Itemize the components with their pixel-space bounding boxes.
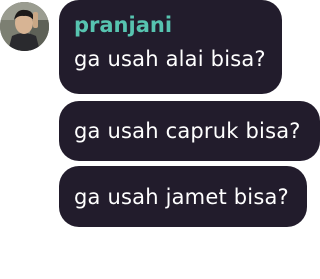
message-text: ga usah alai bisa?	[74, 47, 266, 71]
message-text: ga usah capruk bisa?	[74, 119, 301, 143]
avatar[interactable]	[0, 2, 49, 51]
message-text: ga usah jamet bisa?	[74, 184, 289, 209]
message-bubble: ga usah jamet bisa?	[59, 166, 307, 227]
author-name[interactable]: pranjani	[74, 12, 267, 38]
message-bubble: ga usah capruk bisa?	[59, 101, 320, 161]
avatar-image	[0, 2, 49, 51]
message-bubble-with-author: pranjani ga usah alai bisa?	[59, 0, 282, 94]
